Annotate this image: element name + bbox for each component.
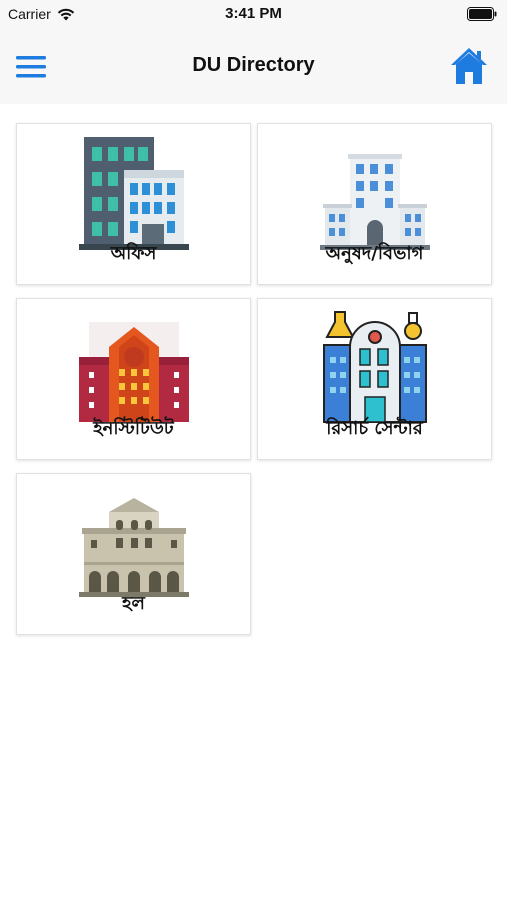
hall-building-icon	[78, 498, 189, 597]
category-label: অনুষদ/বিভাগ	[325, 243, 424, 264]
category-label: অফিস	[110, 243, 157, 264]
research-center-icon	[322, 311, 427, 423]
category-card-faculty[interactable]: অনুষদ/বিভাগ	[257, 123, 492, 285]
category-card-research-center[interactable]: রিসার্চ সেন্টার	[257, 298, 492, 460]
navigation-bar: DU Directory	[0, 28, 507, 104]
category-label: ইনস্টিটিউট	[93, 418, 174, 439]
category-label: হল	[122, 593, 145, 614]
category-label: রিসার্চ সেন্টার	[326, 418, 423, 439]
clock: 3:41 PM	[225, 5, 282, 22]
faculty-building-icon	[319, 154, 430, 250]
status-bar: Carrier 3:41 PM	[0, 0, 507, 28]
home-button[interactable]	[449, 46, 489, 86]
battery-icon	[467, 7, 497, 24]
category-card-hall[interactable]: হল	[16, 473, 251, 635]
category-card-office[interactable]: অফিস	[16, 123, 251, 285]
office-building-icon	[78, 137, 189, 250]
institute-building-icon	[78, 322, 189, 422]
page-title: DU Directory	[192, 54, 315, 76]
category-card-institute[interactable]: ইনস্টিটিউট	[16, 298, 251, 460]
home-icon	[451, 48, 487, 84]
